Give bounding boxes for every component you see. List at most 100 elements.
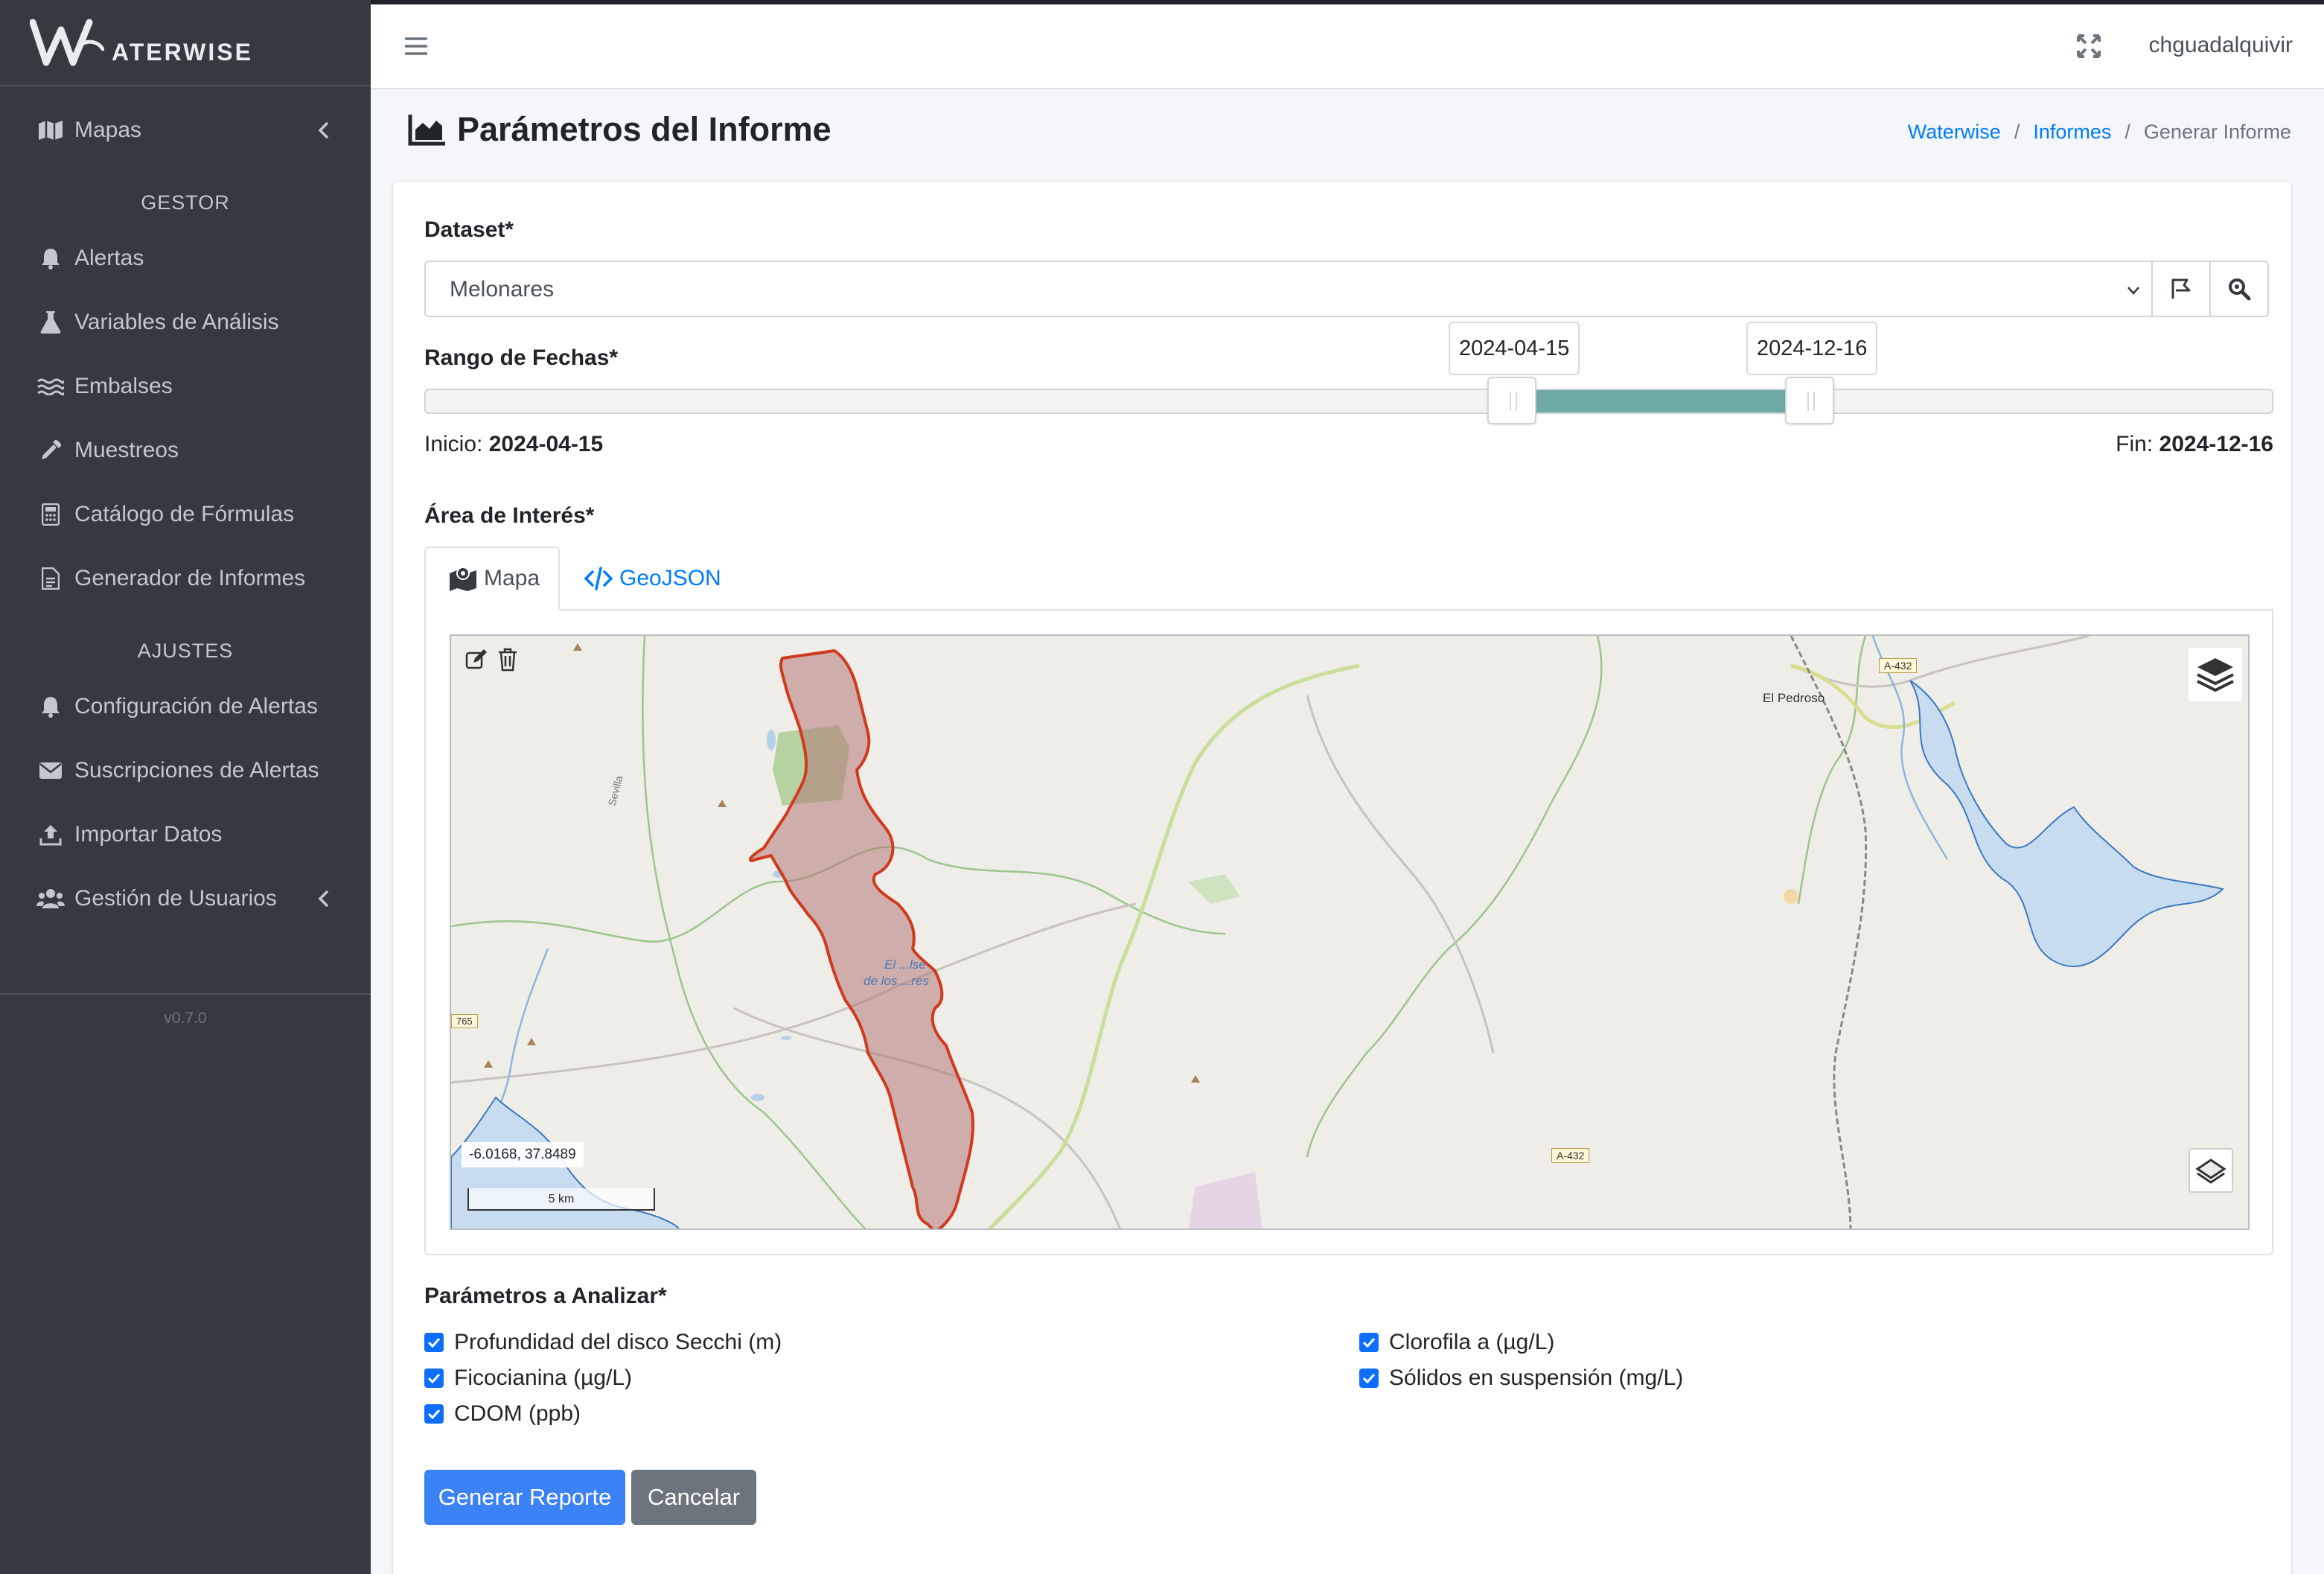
dataset-map-button[interactable] — [2151, 261, 2211, 317]
sidebar-divider — [0, 993, 371, 995]
edit-icon — [465, 649, 487, 669]
sidebar-item-label: Catálogo de Fórmulas — [74, 502, 295, 526]
sidebar-item-label: Variables de Análisis — [74, 310, 279, 334]
users-icon — [36, 885, 66, 912]
basemap-icon — [2195, 1159, 2226, 1184]
fullscreen-expand-icon[interactable] — [2077, 34, 2101, 58]
page-title: Parámetros del Informe — [408, 110, 831, 149]
map-canvas[interactable]: El Pedroso Sevilla A-432 A-432 765 El ..… — [450, 634, 2250, 1230]
eyedropper-icon — [36, 437, 66, 464]
road — [1306, 695, 1495, 1054]
lake — [781, 1036, 791, 1040]
road-a432 — [987, 663, 1360, 1229]
date-range-slider[interactable] — [424, 389, 2273, 414]
map-marked-icon — [450, 567, 476, 591]
file-icon — [36, 565, 66, 592]
breadcrumb-informes[interactable]: Informes — [2033, 121, 2111, 144]
top-navbar: chguadalquivir — [371, 4, 2324, 89]
breadcrumb-current: Generar Informe — [2143, 121, 2291, 143]
start-date-tooltip: 2024-04-15 — [1449, 322, 1580, 375]
basemap-toggle-button[interactable] — [2189, 1148, 2233, 1193]
checkbox-checked-icon — [424, 1404, 444, 1424]
sidebar-item-formulas[interactable]: Catálogo de Fórmulas — [0, 482, 371, 547]
param-label: Ficocianina (µg/L) — [454, 1366, 633, 1390]
protected-area — [1188, 1172, 1262, 1229]
sidebar-item-alertas[interactable]: Alertas — [0, 226, 371, 290]
sidebar-section-ajustes: AJUSTES — [137, 640, 234, 662]
area-label: Área de Interés* — [424, 503, 595, 528]
start-date-value: 2024-04-15 — [488, 432, 604, 456]
cancel-button[interactable]: Cancelar — [631, 1470, 756, 1525]
sidebar-item-muestreos[interactable]: Muestreos — [0, 418, 371, 482]
user-menu[interactable]: chguadalquivir — [2149, 33, 2293, 58]
calculator-icon — [36, 501, 66, 528]
road-tag-765: 765 — [451, 1014, 478, 1028]
dataset-select[interactable]: Melonares — [424, 261, 2153, 317]
chevron-down-icon — [2127, 287, 2139, 295]
end-date-value: 2024-12-16 — [2159, 432, 2273, 456]
brand-logo[interactable]: ATERWISE — [0, 0, 371, 86]
lake — [751, 1094, 764, 1101]
sidebar-item-label: Importar Datos — [74, 822, 223, 847]
sidebar-item-importar[interactable]: Importar Datos — [0, 803, 371, 867]
chevron-left-icon — [318, 890, 328, 907]
tab-mapa[interactable]: Mapa — [424, 547, 560, 611]
sidebar-item-label: Configuración de Alertas — [74, 694, 318, 719]
lake — [767, 730, 776, 751]
param-label: Sólidos en suspensión (mg/L) — [1389, 1366, 1684, 1390]
road — [1790, 636, 2090, 688]
checkbox-checked-icon — [1359, 1369, 1379, 1388]
param-label: Profundidad del disco Secchi (m) — [454, 1330, 782, 1354]
map-icon — [36, 117, 66, 144]
sidebar-item-variables[interactable]: Variables de Análisis — [0, 290, 371, 354]
start-date-readout: Inicio: 2024-04-15 — [424, 432, 603, 457]
sidebar-item-usuarios[interactable]: Gestión de Usuarios — [0, 867, 371, 931]
sidebar-item-suscripciones[interactable]: Suscripciones de Alertas — [0, 739, 371, 803]
reservoir-label-line1: El ...lse — [884, 958, 926, 972]
app-version: v0.7.0 — [164, 1010, 207, 1027]
envelope-icon — [36, 757, 66, 784]
layers-control-button[interactable] — [2189, 648, 2242, 701]
tab-mapa-label: Mapa — [484, 566, 540, 590]
sidebar-item-label: Mapas — [74, 118, 142, 142]
sidebar-item-informes[interactable]: Generador de Informes — [0, 547, 371, 611]
breadcrumb: Waterwise / Informes / Generar Informe — [1908, 121, 2291, 144]
road-tag-a432: A-432 — [1879, 658, 1918, 673]
code-icon — [584, 567, 613, 590]
tab-geojson[interactable]: GeoJSON — [584, 547, 721, 611]
sidebar-item-label: Gestión de Usuarios — [74, 886, 277, 911]
sidebar: ATERWISE Mapas GESTOR Alertas Variables … — [0, 0, 371, 1574]
dataset-search-button[interactable] — [2209, 261, 2269, 317]
dataset-label: Dataset* — [424, 217, 514, 242]
param-ficocianina-checkbox[interactable]: Ficocianina (µg/L) — [424, 1366, 632, 1391]
checkbox-checked-icon — [424, 1333, 444, 1352]
waterwise-logo-icon — [30, 19, 104, 66]
hamburger-menu-icon[interactable] — [405, 36, 427, 57]
param-label: Clorofila a (µg/L) — [1389, 1330, 1555, 1354]
tab-geojson-label: GeoJSON — [619, 566, 721, 590]
params-label: Parámetros a Analizar* — [424, 1284, 667, 1308]
upload-icon — [36, 821, 66, 848]
bell-icon — [36, 245, 66, 272]
end-date-handle[interactable] — [1785, 377, 1834, 424]
delete-layer-button[interactable] — [487, 639, 529, 681]
checkbox-checked-icon — [1359, 1333, 1379, 1352]
param-cdom-checkbox[interactable]: CDOM (ppb) — [424, 1401, 581, 1427]
sidebar-item-label: Suscripciones de Alertas — [74, 758, 319, 783]
sidebar-item-config-alertas[interactable]: Configuración de Alertas — [0, 675, 371, 739]
checkbox-checked-icon — [424, 1369, 444, 1388]
sidebar-section-gestor: GESTOR — [141, 191, 230, 214]
param-clorofila-checkbox[interactable]: Clorofila a (µg/L) — [1359, 1330, 1554, 1355]
breadcrumb-separator: / — [2014, 121, 2020, 143]
end-date-tooltip: 2024-12-16 — [1746, 322, 1878, 375]
park-area — [1188, 874, 1240, 904]
sidebar-item-mapas[interactable]: Mapas — [0, 98, 371, 162]
map-scale-bar: 5 km — [467, 1188, 655, 1211]
generate-report-button[interactable]: Generar Reporte — [424, 1470, 625, 1525]
sidebar-item-embalses[interactable]: Embalses — [0, 354, 371, 418]
start-date-handle[interactable] — [1487, 377, 1536, 424]
param-solidos-checkbox[interactable]: Sólidos en suspensión (mg/L) — [1359, 1366, 1683, 1391]
param-secchi-checkbox[interactable]: Profundidad del disco Secchi (m) — [424, 1330, 782, 1355]
breadcrumb-waterwise[interactable]: Waterwise — [1908, 121, 2001, 144]
end-prefix: Fin: — [2116, 432, 2154, 456]
